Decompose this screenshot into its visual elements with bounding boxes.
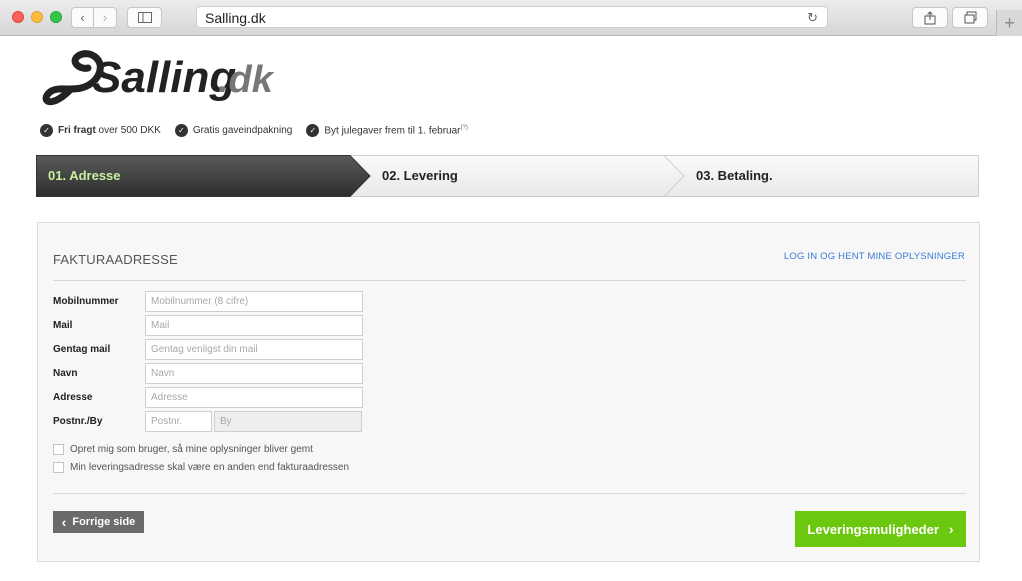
help-tooltip-trigger[interactable]: (?) <box>461 125 468 131</box>
browser-toolbar: ‹ › Salling.dk ↻ + <box>0 0 1022 36</box>
create-user-label: Opret mig som bruger, så mine oplysninge… <box>70 444 313 455</box>
login-fetch-info-link[interactable]: LOG IN OG HENT MINE OPLYSNINGER <box>784 251 965 262</box>
mobile-input[interactable] <box>145 291 363 312</box>
usp-text: Byt julegaver frem til 1. februar <box>324 125 461 137</box>
usp-bar: ✓ Fri fragt over 500 DKK ✓ Gratis gavein… <box>40 124 468 137</box>
address-bar[interactable]: Salling.dk ↻ <box>196 6 828 28</box>
tabs-icon <box>964 11 976 24</box>
delivery-options-button[interactable]: Leveringsmuligheder › <box>795 511 966 547</box>
share-icon <box>924 10 936 24</box>
chevron-right-icon: › <box>948 521 954 537</box>
salling-logo[interactable]: Salling .dk <box>40 40 300 112</box>
name-input[interactable] <box>145 363 363 384</box>
sidebar-button[interactable] <box>127 7 162 28</box>
check-icon: ✓ <box>174 124 188 137</box>
different-delivery-option[interactable]: Min leveringsadresse skal være en anden … <box>53 462 349 473</box>
step-betaling[interactable]: 03. Betaling. <box>696 168 773 183</box>
reload-icon[interactable]: ↻ <box>807 10 818 26</box>
different-delivery-checkbox[interactable] <box>53 462 64 473</box>
usp-item: ✓ Fri fragt over 500 DKK <box>40 124 161 137</box>
repeat-mail-input[interactable] <box>145 339 363 360</box>
back-button[interactable]: ‹ <box>71 7 94 28</box>
forward-button[interactable]: › <box>94 7 117 28</box>
sidebar-icon <box>137 12 152 23</box>
usp-text: over 500 DKK <box>95 125 161 136</box>
usp-text: Gratis gaveindpakning <box>192 125 293 136</box>
repeat-mail-label: Gentag mail <box>53 344 111 355</box>
create-user-checkbox[interactable] <box>53 444 64 455</box>
previous-page-label: Forrige side <box>72 516 136 528</box>
billing-address-form: FAKTURAADRESSE LOG IN OG HENT MINE OPLYS… <box>37 222 980 562</box>
maximize-window-button[interactable] <box>50 11 62 23</box>
address-text: Salling.dk <box>205 10 266 26</box>
create-user-option[interactable]: Opret mig som bruger, så mine oplysninge… <box>53 444 313 455</box>
address-label: Adresse <box>53 392 93 403</box>
zip-input[interactable] <box>145 411 212 432</box>
mail-label: Mail <box>53 320 73 331</box>
chevron-left-icon: ‹ <box>80 10 85 25</box>
close-window-button[interactable] <box>12 11 24 23</box>
tabs-overview-button[interactable] <box>952 7 988 28</box>
chevron-left-icon: ‹ <box>61 514 67 530</box>
divider <box>53 280 966 281</box>
checkout-steps: 01. Adresse 02. Levering 03. Betaling. <box>36 155 979 197</box>
delivery-options-label: Leveringsmuligheder <box>807 521 939 537</box>
check-icon: ✓ <box>306 124 320 137</box>
mobile-label: Mobilnummer <box>53 296 119 307</box>
different-delivery-label: Min leveringsadresse skal være en anden … <box>70 462 350 473</box>
step-adresse[interactable]: 01. Adresse <box>48 168 121 183</box>
logo-text-main: Salling <box>92 53 236 102</box>
usp-item: ✓ Byt julegaver frem til 1. februar(?) <box>306 124 468 137</box>
zip-city-label: Postnr./By <box>53 416 103 427</box>
new-tab-button[interactable]: + <box>996 10 1022 36</box>
page-content: Salling .dk ✓ Fri fragt over 500 DKK ✓ G… <box>0 36 1022 581</box>
previous-page-button[interactable]: ‹ Forrige side <box>53 511 144 533</box>
check-icon: ✓ <box>40 124 53 137</box>
divider <box>53 493 966 494</box>
minimize-window-button[interactable] <box>31 11 43 23</box>
address-input[interactable] <box>145 387 363 408</box>
mail-input[interactable] <box>145 315 363 336</box>
form-title: FAKTURAADRESSE <box>53 252 178 267</box>
usp-item: ✓ Gratis gaveindpakning <box>174 124 293 137</box>
chevron-right-icon: › <box>102 10 108 25</box>
steps-background <box>36 155 979 197</box>
name-label: Navn <box>53 368 78 379</box>
step-levering[interactable]: 02. Levering <box>382 168 458 183</box>
city-input[interactable] <box>214 411 362 432</box>
logo-text-suffix: .dk <box>218 59 275 101</box>
share-button[interactable] <box>912 7 948 28</box>
usp-bold: Fri fragt <box>58 125 96 136</box>
